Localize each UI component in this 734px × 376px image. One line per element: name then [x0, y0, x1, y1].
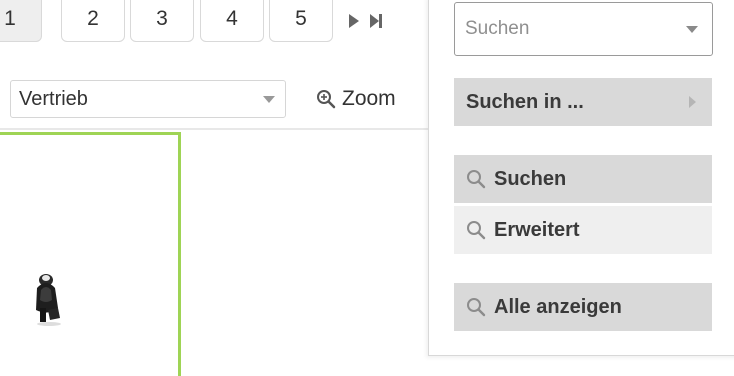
search-menu-item[interactable]: Suchen: [454, 155, 712, 203]
shoe-thumbnail[interactable]: [28, 266, 68, 330]
zoom-in-icon: [317, 90, 336, 109]
advanced-label: Erweitert: [494, 218, 580, 241]
search-select-placeholder: Suchen: [465, 18, 530, 39]
page-button-2[interactable]: 2: [61, 0, 125, 42]
magnifier-icon: [467, 298, 486, 317]
page-button-1[interactable]: 1: [0, 0, 42, 42]
magnifier-icon: [467, 221, 486, 240]
category-select-value: Vertrieb: [19, 88, 88, 110]
search-select[interactable]: Suchen: [454, 2, 713, 56]
skip-end-icon[interactable]: [368, 12, 384, 30]
advanced-search-menu-item[interactable]: Erweitert: [454, 206, 712, 254]
zoom-button[interactable]: Zoom: [316, 84, 396, 114]
chevron-down-icon: [263, 96, 275, 103]
magnifier-icon: [467, 170, 486, 189]
show-all-menu-item[interactable]: Alle anzeigen: [454, 283, 712, 331]
play-icon[interactable]: [346, 12, 362, 30]
page-button-3[interactable]: 3: [130, 0, 194, 42]
search-in-label: Suchen in ...: [466, 90, 584, 113]
chevron-down-icon: [686, 26, 698, 33]
page-button-5[interactable]: 5: [269, 0, 333, 42]
category-select[interactable]: Vertrieb: [10, 80, 286, 118]
chevron-right-icon: [689, 96, 696, 108]
search-panel: Suchen Suchen in ... Suchen Erweitert Al…: [428, 0, 734, 356]
show-all-label: Alle anzeigen: [494, 295, 622, 318]
page-button-4[interactable]: 4: [200, 0, 264, 42]
page: 1 2 3 4 5 Vertrieb Zoom Suchen Suchen in…: [0, 0, 734, 376]
selection-border: [178, 132, 181, 376]
zoom-label: Zoom: [342, 87, 396, 110]
search-in-menu-item[interactable]: Suchen in ...: [454, 78, 712, 126]
selection-border-top: [0, 132, 181, 135]
search-label: Suchen: [494, 167, 567, 190]
divider: [0, 128, 430, 130]
